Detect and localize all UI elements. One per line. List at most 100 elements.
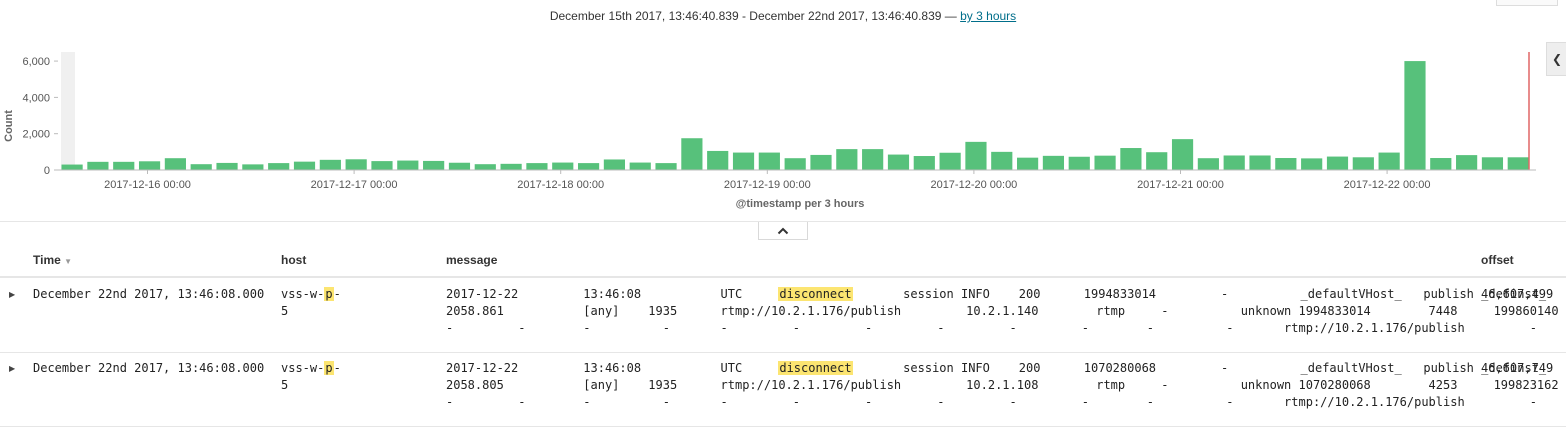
cell-time: December 22nd 2017, 13:46:08.000	[33, 287, 265, 301]
histogram-bar[interactable]	[784, 158, 806, 170]
y-axis-title: Count	[3, 110, 15, 142]
histogram-bar[interactable]	[113, 161, 135, 170]
range-start-shade	[61, 52, 75, 170]
histogram-bar[interactable]	[758, 152, 780, 170]
histogram-bar[interactable]	[474, 164, 496, 170]
x-axis-title: @timestamp per 3 hours	[736, 198, 865, 210]
histogram-bar[interactable]	[991, 151, 1013, 170]
search-highlight: disconnect	[778, 361, 853, 375]
cell-host: vss-w-p- 5	[281, 361, 341, 392]
histogram-bar[interactable]	[319, 159, 341, 170]
histogram-bar[interactable]	[939, 152, 961, 170]
search-highlight: p	[324, 287, 334, 301]
histogram-bar[interactable]	[862, 149, 884, 170]
histogram-bar[interactable]	[1249, 155, 1271, 170]
search-highlight: disconnect	[778, 287, 853, 301]
sort-down-icon[interactable]: ▼	[64, 257, 72, 266]
histogram-bar[interactable]	[1017, 157, 1039, 170]
collapse-sidebar-button[interactable]: ❮	[1546, 42, 1566, 76]
histogram-bar[interactable]	[138, 161, 161, 170]
histogram-bar[interactable]	[603, 159, 625, 170]
cell-offset: 46,607,499	[1481, 287, 1554, 301]
histogram-bar[interactable]	[87, 161, 109, 170]
time-range-text: December 15th 2017, 13:46:40.839 - Decem…	[549, 9, 957, 23]
histogram-bar[interactable]	[732, 152, 755, 170]
histogram-bar[interactable]	[448, 162, 471, 170]
histogram-bar[interactable]	[1481, 157, 1504, 170]
histogram-bar[interactable]	[500, 163, 522, 170]
x-tick-label: 2017-12-21 00:00	[1137, 179, 1224, 191]
histogram-bar[interactable]	[577, 163, 600, 170]
histogram-bar[interactable]	[397, 160, 419, 170]
histogram-bar[interactable]	[836, 149, 858, 170]
histogram-bar[interactable]	[1456, 155, 1478, 170]
histogram-bar[interactable]	[293, 161, 316, 170]
histogram-bar[interactable]	[1197, 158, 1219, 170]
histogram-bar[interactable]	[965, 141, 987, 170]
corner-tab[interactable]	[1496, 0, 1558, 6]
histogram-bar[interactable]	[1301, 158, 1323, 170]
toggle-chart-button[interactable]	[758, 222, 808, 240]
expand-row-icon[interactable]: ▶	[9, 364, 15, 373]
x-tick-label: 2017-12-18 00:00	[517, 179, 604, 191]
expand-row-icon[interactable]: ▶	[9, 290, 15, 299]
histogram-bar[interactable]	[345, 159, 367, 170]
histogram-bar[interactable]	[1146, 152, 1168, 170]
histogram-bar[interactable]	[707, 150, 729, 170]
histogram-bar[interactable]	[61, 164, 83, 170]
table-row: ▶ December 22nd 2017, 13:46:08.000 vss-w…	[0, 352, 1566, 427]
time-range-header: December 15th 2017, 13:46:40.839 - Decem…	[0, 9, 1566, 23]
y-tick-label: 6,000	[22, 56, 50, 68]
histogram-bar[interactable]	[190, 164, 212, 170]
histogram-bar[interactable]	[887, 154, 910, 170]
histogram-bar[interactable]	[1120, 148, 1142, 170]
histogram-bar[interactable]	[1404, 61, 1426, 170]
cell-time: December 22nd 2017, 13:46:08.000	[33, 361, 265, 375]
histogram-bar[interactable]	[1378, 152, 1400, 170]
chevron-left-icon: ❮	[1551, 52, 1563, 66]
x-tick-label: 2017-12-19 00:00	[724, 179, 811, 191]
histogram-bar[interactable]	[810, 154, 832, 170]
histogram-bar[interactable]	[526, 163, 548, 170]
y-tick-label: 2,000	[22, 129, 50, 141]
histogram-bar[interactable]	[164, 158, 186, 170]
chevron-up-icon	[777, 227, 789, 234]
y-tick-label: 0	[44, 165, 50, 177]
cell-offset: 46,607,749	[1481, 361, 1554, 375]
histogram-bar[interactable]	[1094, 155, 1116, 170]
cell-host: vss-w-p- 5	[281, 287, 341, 318]
x-tick-label: 2017-12-16 00:00	[104, 179, 191, 191]
histogram-bar[interactable]	[655, 163, 677, 170]
column-header-time[interactable]: Time ▼	[33, 253, 72, 267]
column-header-message[interactable]: message	[446, 253, 497, 267]
histogram-bar[interactable]	[1507, 157, 1529, 170]
table-header: Time ▼ host message offset	[0, 246, 1566, 278]
interval-link[interactable]: by 3 hours	[960, 9, 1016, 23]
table-row: ▶ December 22nd 2017, 13:46:08.000 vss-w…	[0, 278, 1566, 353]
histogram-bar[interactable]	[423, 160, 445, 170]
histogram-bar[interactable]	[913, 156, 935, 170]
y-tick-label: 4,000	[22, 92, 50, 104]
x-tick-label: 2017-12-22 00:00	[1344, 179, 1431, 191]
histogram-bar[interactable]	[1352, 157, 1374, 170]
histogram-bar[interactable]	[1430, 158, 1452, 170]
histogram-bar[interactable]	[1275, 158, 1297, 170]
histogram-bar[interactable]	[242, 164, 264, 170]
histogram-bar[interactable]	[1223, 155, 1245, 170]
histogram-bar[interactable]	[1326, 156, 1349, 170]
histogram-bar[interactable]	[552, 162, 574, 170]
search-highlight: p	[324, 361, 334, 375]
cell-message: 2017-12-22 13:46:08 UTC disconnect sessi…	[446, 361, 1559, 409]
histogram-chart: Count 0 2,000 4,000 6,000 2017-12-16 00:00 2…	[3, 52, 1536, 210]
histogram-bar[interactable]	[371, 161, 393, 170]
histogram-bar[interactable]	[1042, 155, 1065, 170]
histogram-bar[interactable]	[681, 138, 703, 170]
histogram-bar[interactable]	[216, 162, 238, 170]
histogram-bar[interactable]	[629, 162, 651, 170]
histogram-bar[interactable]	[268, 163, 290, 170]
histogram-bar[interactable]	[1068, 156, 1090, 170]
x-tick-label: 2017-12-17 00:00	[311, 179, 398, 191]
column-header-offset[interactable]: offset	[1481, 253, 1514, 267]
histogram-bar[interactable]	[1171, 139, 1194, 170]
column-header-host[interactable]: host	[281, 253, 306, 267]
